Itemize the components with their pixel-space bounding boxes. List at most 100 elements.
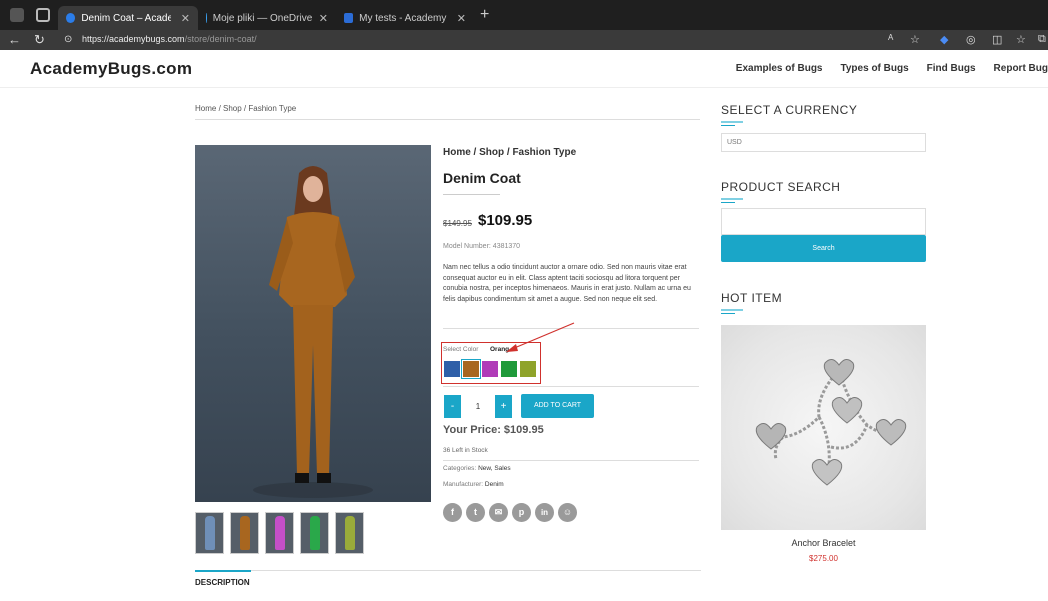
current-price: $109.95	[478, 212, 533, 229]
manufacturer-link[interactable]: Denim	[485, 481, 504, 488]
url-field[interactable]: https://academybugs.com/store/denim-coat…	[82, 34, 257, 44]
browser-tab-3[interactable]: My tests - AcademyBugs.docx - ✕	[336, 6, 474, 30]
qty-increase-button[interactable]: +	[495, 395, 512, 418]
old-price: $149.95	[443, 219, 472, 228]
thumbnail-lime[interactable]	[335, 512, 364, 554]
read-aloud-icon[interactable]: A	[888, 33, 893, 42]
model-figure	[253, 166, 373, 498]
site-logo[interactable]: AcademyBugs.com	[30, 59, 192, 79]
thumbnail-green[interactable]	[300, 512, 329, 554]
swatch-green[interactable]	[501, 361, 517, 377]
product-breadcrumb[interactable]: Home / Shop / Fashion Type	[443, 147, 576, 158]
extension-shield-icon[interactable]: ◆	[940, 33, 948, 46]
site-header: AcademyBugs.com Examples of Bugs Types o…	[0, 50, 1048, 88]
search-button[interactable]: Search	[721, 235, 926, 262]
swatch-lime[interactable]	[520, 361, 536, 377]
divider	[443, 194, 500, 195]
heading-accent	[721, 125, 735, 126]
hot-item-image[interactable]	[721, 325, 926, 530]
tab-favicon-icon	[66, 13, 76, 23]
thumbnail-blue[interactable]	[195, 512, 224, 554]
back-icon[interactable]: ←	[8, 32, 21, 48]
divider	[443, 460, 699, 461]
email-icon[interactable]: ✉	[489, 503, 508, 522]
heading-accent	[721, 202, 735, 203]
product-title: Denim Coat	[443, 170, 521, 186]
thumbnail-orange[interactable]	[230, 512, 259, 554]
categories-links[interactable]: New, Sales	[478, 465, 511, 472]
tab-title: My tests - AcademyBugs.docx -	[359, 12, 447, 24]
search-input[interactable]	[721, 208, 926, 235]
tab-title: Moje pliki — OneDrive	[212, 12, 313, 24]
stock-count: 36 Left in Stock	[443, 447, 488, 454]
nav-find-bugs[interactable]: Find Bugs	[927, 63, 976, 74]
nav-report-bug[interactable]: Report Bug	[994, 63, 1048, 74]
manufacturer-label: Manufacturer:	[443, 481, 484, 488]
categories-label: Categories:	[443, 465, 477, 472]
tab-description[interactable]: DESCRIPTION	[195, 570, 251, 587]
heading-accent	[721, 313, 735, 314]
thumbnail-strip	[195, 512, 364, 554]
quantity-input[interactable]: 1	[466, 398, 490, 415]
breadcrumb[interactable]: Home / Shop / Fashion Type	[195, 104, 296, 113]
url-host: https://academybugs.com	[82, 34, 185, 44]
tab-actions-icon[interactable]	[36, 8, 50, 22]
collections-icon[interactable]: ⧉	[1038, 33, 1046, 46]
share-icon[interactable]: ☺	[558, 503, 577, 522]
browser-tab-2[interactable]: Moje pliki — OneDrive ✕	[198, 6, 336, 30]
url-path: /store/denim-coat/	[184, 34, 257, 44]
browser-tab-1[interactable]: Denim Coat – AcademyBugs.com ✕	[58, 6, 198, 30]
extension-icon[interactable]: ◎	[966, 33, 976, 46]
favorites-icon[interactable]: ☆	[1016, 33, 1026, 46]
nav-examples-of-bugs[interactable]: Examples of Bugs	[736, 63, 823, 74]
hot-item-heading: HOT ITEM	[721, 291, 783, 305]
annotation-arrow	[506, 322, 575, 352]
profile-icon[interactable]	[10, 8, 24, 22]
split-screen-icon[interactable]: ◫	[992, 33, 1002, 46]
browser-tab-bar: Denim Coat – AcademyBugs.com ✕ Moje plik…	[0, 0, 1048, 30]
hot-item-name[interactable]: Anchor Bracelet	[721, 538, 926, 548]
divider	[195, 119, 700, 120]
nav-types-of-bugs[interactable]: Types of Bugs	[841, 63, 909, 74]
refresh-icon[interactable]: ↻	[34, 32, 45, 48]
divider	[443, 386, 699, 387]
word-doc-icon	[344, 13, 354, 23]
qty-decrease-button[interactable]: -	[444, 395, 461, 418]
address-bar: ← ↻ ⊙ https://academybugs.com/store/deni…	[0, 30, 1048, 50]
product-search-heading: PRODUCT SEARCH	[721, 180, 841, 194]
lock-icon[interactable]: ⊙	[64, 32, 72, 48]
currency-select[interactable]: USD	[721, 133, 926, 152]
select-color-label: Select Color	[443, 346, 479, 353]
onedrive-icon	[206, 13, 207, 23]
new-tab-icon[interactable]: +	[480, 7, 489, 23]
thumbnail-pink[interactable]	[265, 512, 294, 554]
heading-accent	[721, 198, 743, 200]
close-tab-icon[interactable]: ✕	[319, 12, 328, 25]
close-tab-icon[interactable]: ✕	[457, 12, 466, 25]
heading-accent	[721, 309, 743, 311]
facebook-icon[interactable]: f	[443, 503, 462, 522]
categories: Categories: New, Sales	[443, 465, 511, 472]
product-description: Nam nec tellus a odio tincidunt auctor a…	[443, 264, 691, 303]
add-to-cart-button[interactable]: ADD TO CART	[521, 394, 594, 418]
bracelet-image	[755, 359, 907, 486]
swatch-pink[interactable]	[482, 361, 498, 377]
linkedin-icon[interactable]: in	[535, 503, 554, 522]
favorite-star-icon[interactable]: ☆	[910, 33, 920, 46]
swatch-orange[interactable]	[461, 359, 481, 379]
main-nav: Examples of Bugs Types of Bugs Find Bugs…	[736, 63, 1048, 74]
swatch-blue[interactable]	[444, 361, 460, 377]
your-price: Your Price: $109.95	[443, 424, 544, 436]
manufacturer: Manufacturer: Denim	[443, 481, 504, 488]
tab-title: Denim Coat – AcademyBugs.com	[81, 12, 171, 24]
close-tab-icon[interactable]: ✕	[181, 12, 190, 25]
product-main-image[interactable]	[195, 145, 431, 502]
divider	[251, 570, 701, 571]
heading-accent	[721, 121, 743, 123]
model-number: Model Number: 4381370	[443, 243, 521, 250]
hot-item-price: $275.00	[809, 554, 838, 563]
pinterest-icon[interactable]: p	[512, 503, 531, 522]
currency-heading: SELECT A CURRENCY	[721, 103, 858, 117]
twitter-icon[interactable]: t	[466, 503, 485, 522]
social-share: f t ✉ p in ☺	[443, 503, 577, 522]
